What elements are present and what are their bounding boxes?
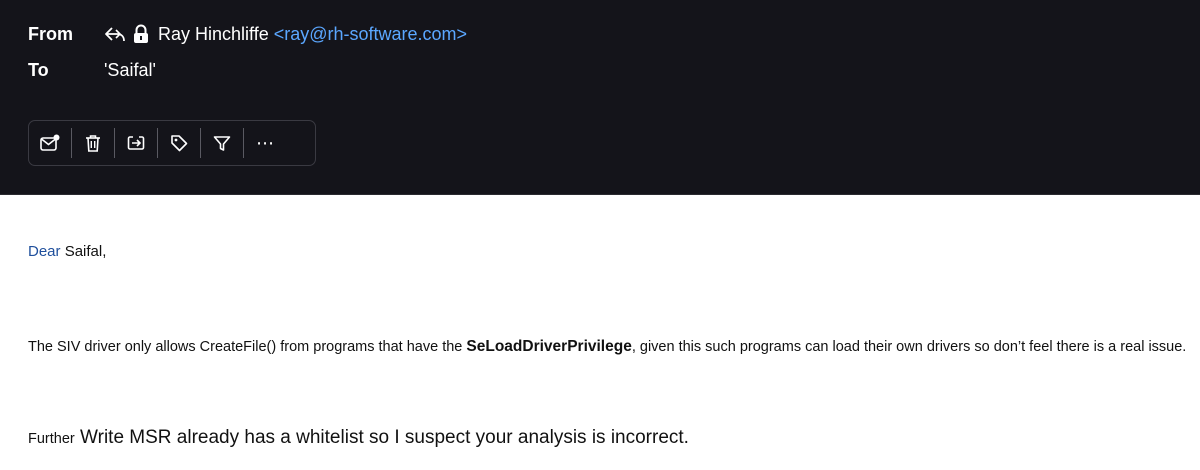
paragraph-1-start: The SIV driver only allows CreateFile() … xyxy=(28,339,467,355)
more-icon: ⋯ xyxy=(256,133,274,153)
toolbar-divider xyxy=(200,128,201,158)
tag-button[interactable] xyxy=(162,126,196,160)
sender-email[interactable]: <ray@rh-software.com> xyxy=(274,24,467,45)
privilege-name: SeLoadDriverPrivilege xyxy=(466,338,632,355)
from-row: From Ray Hinchliffe <ray@rh-software.com… xyxy=(28,20,467,48)
to-label: To xyxy=(28,59,49,80)
message-body: Dear Saifal, The SIV driver only allows … xyxy=(0,195,1200,470)
mark-unread-icon xyxy=(39,133,61,153)
paragraph-2-start: Further xyxy=(28,431,75,447)
more-options-button[interactable]: ⋯ xyxy=(248,126,282,160)
lock-icon xyxy=(132,24,150,44)
message-toolbar: ⋯ xyxy=(28,120,316,166)
greeting-word: Dear xyxy=(28,243,61,260)
move-button[interactable] xyxy=(119,126,153,160)
paragraph-1: The SIV driver only allows CreateFile() … xyxy=(28,338,1186,356)
toolbar-divider xyxy=(243,128,244,158)
paragraph-1-end: , given this such programs can load thei… xyxy=(631,339,1187,355)
sender-icons xyxy=(104,24,150,44)
from-label: From xyxy=(28,23,73,44)
paragraph-2-rest: Write MSR already has a whitelist so I s… xyxy=(74,427,689,448)
to-row: To 'Saifal' xyxy=(28,57,156,83)
sender-name[interactable]: Ray Hinchliffe xyxy=(158,24,269,45)
toolbar-divider xyxy=(71,128,72,158)
delete-button[interactable] xyxy=(76,126,110,160)
delete-icon xyxy=(83,133,103,153)
recipient-name[interactable]: 'Saifal' xyxy=(104,60,156,81)
filter-button[interactable] xyxy=(205,126,239,160)
filter-icon xyxy=(212,133,232,153)
greeting-name: Saifal, xyxy=(64,243,107,260)
toolbar-divider xyxy=(114,128,115,158)
paragraph-2: Further Write MSR already has a whitelis… xyxy=(28,427,689,449)
reply-icon xyxy=(104,25,126,43)
move-icon xyxy=(126,133,146,153)
mark-unread-button[interactable] xyxy=(33,126,67,160)
tag-icon xyxy=(169,133,189,153)
email-header: From Ray Hinchliffe <ray@rh-software.com… xyxy=(0,0,1200,195)
toolbar-divider xyxy=(157,128,158,158)
greeting-line: Dear Saifal, xyxy=(28,243,106,260)
